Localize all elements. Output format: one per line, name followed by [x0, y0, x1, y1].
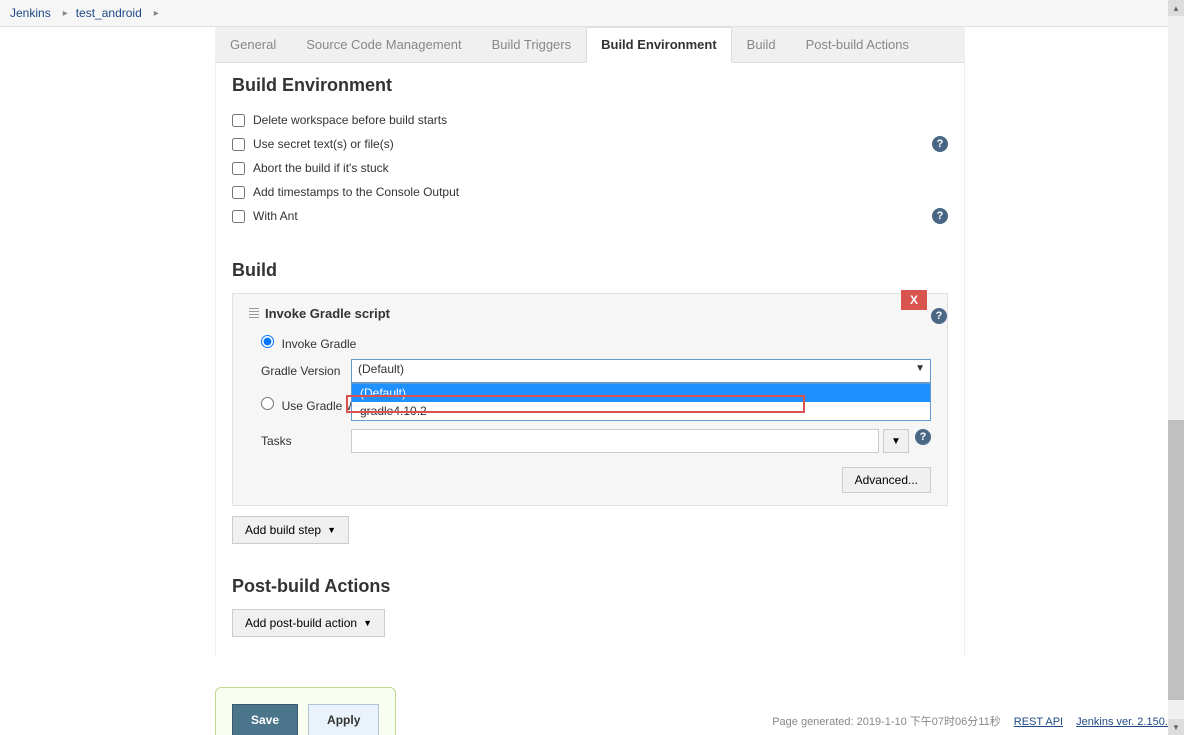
select-gradle-version-value: (Default)	[358, 362, 404, 376]
option-gradle4102[interactable]: gradle4.10.2	[352, 402, 930, 420]
section-build-environment: Build Environment Delete workspace befor…	[215, 63, 965, 248]
select-gradle-version[interactable]: (Default) ▼	[351, 359, 931, 383]
scroll-thumb[interactable]	[1168, 420, 1184, 700]
breadcrumb-root[interactable]: Jenkins	[10, 6, 51, 20]
scroll-up-button[interactable]: ▲	[1168, 0, 1184, 16]
radio-invoke-gradle[interactable]	[261, 335, 274, 348]
tasks-expand-button[interactable]: ▼	[883, 429, 909, 453]
input-tasks[interactable]	[351, 429, 879, 453]
footer-version-link[interactable]: Jenkins ver. 2.150.1	[1076, 716, 1174, 728]
add-build-step-button[interactable]: Add build step ▼	[232, 516, 349, 544]
tab-triggers[interactable]: Build Triggers	[477, 27, 586, 62]
checkbox-with-ant[interactable]	[232, 210, 245, 223]
chevron-right-icon: ▸	[63, 8, 68, 19]
tab-build[interactable]: Build	[732, 27, 791, 62]
section-post-build: Post-build Actions Add post-build action…	[215, 564, 965, 657]
build-step-gradle: X ? Invoke Gradle script Invoke Gradle G…	[232, 293, 948, 506]
tab-post-build[interactable]: Post-build Actions	[791, 27, 924, 62]
radio-use-wrapper[interactable]	[261, 397, 274, 410]
advanced-button[interactable]: Advanced...	[842, 467, 931, 493]
label-with-ant: With Ant	[253, 209, 298, 223]
option-default[interactable]: (Default)	[352, 384, 930, 402]
save-button[interactable]: Save	[232, 704, 298, 735]
checkbox-delete-workspace[interactable]	[232, 114, 245, 127]
label-use-secret: Use secret text(s) or file(s)	[253, 137, 394, 151]
label-timestamps: Add timestamps to the Console Output	[253, 185, 459, 199]
drag-handle-icon[interactable]	[249, 308, 259, 320]
footer-generated: Page generated: 2019-1-10 下午07时06分11秒	[772, 716, 1001, 728]
add-post-build-action-button[interactable]: Add post-build action ▼	[232, 609, 385, 637]
heading-build: Build	[232, 260, 948, 281]
chevron-down-icon: ▼	[915, 363, 925, 374]
help-icon[interactable]: ?	[932, 136, 948, 152]
tab-general[interactable]: General	[215, 27, 291, 62]
chevron-right-icon: ▸	[154, 8, 159, 19]
apply-button[interactable]: Apply	[308, 704, 379, 735]
chevron-down-icon: ▼	[327, 525, 336, 535]
dropdown-gradle-version: (Default) gradle4.10.2	[351, 383, 931, 421]
delete-step-button[interactable]: X	[901, 290, 927, 310]
build-step-title: Invoke Gradle script	[265, 306, 390, 321]
breadcrumb: Jenkins ▸ test_android ▸	[0, 0, 1184, 27]
label-abort-stuck: Abort the build if it's stuck	[253, 161, 389, 175]
chevron-down-icon: ▼	[363, 618, 372, 628]
breadcrumb-job[interactable]: test_android	[76, 6, 142, 20]
section-build: Build X ? Invoke Gradle script Invoke Gr…	[215, 248, 965, 564]
label-gradle-version: Gradle Version	[261, 359, 351, 378]
page-footer: Page generated: 2019-1-10 下午07时06分11秒 RE…	[772, 707, 1174, 735]
config-tabs: General Source Code Management Build Tri…	[215, 27, 965, 63]
scrollbar-vertical[interactable]: ▲ ▼	[1168, 0, 1184, 735]
tab-scm[interactable]: Source Code Management	[291, 27, 476, 62]
checkbox-timestamps[interactable]	[232, 186, 245, 199]
help-icon[interactable]: ?	[932, 208, 948, 224]
add-post-build-action-label: Add post-build action	[245, 616, 357, 630]
heading-build-environment: Build Environment	[232, 75, 948, 96]
label-tasks: Tasks	[261, 429, 351, 448]
add-build-step-label: Add build step	[245, 523, 321, 537]
label-invoke-gradle: Invoke Gradle	[282, 337, 357, 351]
save-apply-bar: Save Apply	[215, 687, 396, 735]
footer-restapi-link[interactable]: REST API	[1014, 716, 1063, 728]
heading-post-build: Post-build Actions	[232, 576, 948, 597]
tab-build-environment[interactable]: Build Environment	[586, 27, 732, 63]
help-icon[interactable]: ?	[915, 429, 931, 445]
checkbox-abort-stuck[interactable]	[232, 162, 245, 175]
scroll-down-button[interactable]: ▼	[1168, 719, 1184, 735]
help-icon[interactable]: ?	[931, 308, 947, 324]
checkbox-use-secret[interactable]	[232, 138, 245, 151]
label-delete-workspace: Delete workspace before build starts	[253, 113, 447, 127]
